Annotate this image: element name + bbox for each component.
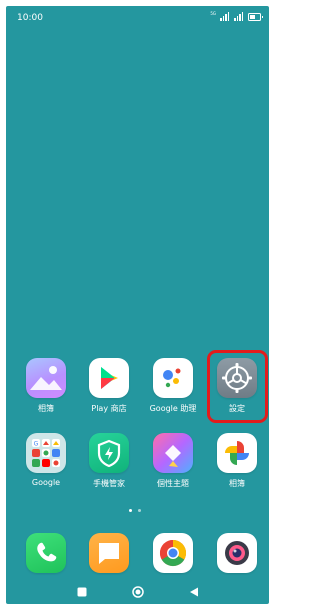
app-label: 手機管家 bbox=[93, 479, 125, 488]
recents-square-icon[interactable] bbox=[76, 586, 88, 598]
messages-icon bbox=[89, 533, 129, 573]
gallery-icon bbox=[26, 358, 66, 398]
network-type-label: 5G bbox=[210, 11, 216, 16]
chrome-icon bbox=[153, 533, 193, 573]
home-circle-icon[interactable] bbox=[132, 586, 144, 598]
app-label: Google bbox=[31, 478, 61, 487]
app-google-photos[interactable]: 相簿 bbox=[207, 433, 267, 489]
signal-icon bbox=[220, 12, 229, 21]
app-gallery[interactable]: 相簿 bbox=[16, 358, 76, 414]
security-shield-icon bbox=[89, 433, 129, 473]
google-assistant-icon bbox=[153, 358, 193, 398]
themes-icon bbox=[153, 433, 193, 473]
status-time: 10:00 bbox=[17, 13, 43, 23]
app-label: 相簿 bbox=[229, 479, 245, 488]
dock-camera[interactable] bbox=[207, 533, 267, 573]
app-themes[interactable]: 個性主題 bbox=[143, 433, 203, 489]
highlight-box bbox=[207, 350, 268, 423]
home-screen: 10:00 5G 相簿 Play 商店 Google 助理 設定 G Googl… bbox=[6, 6, 269, 604]
app-google-assistant[interactable]: Google 助理 bbox=[143, 358, 203, 414]
google-folder-icon: G bbox=[26, 433, 66, 473]
battery-icon bbox=[248, 13, 263, 21]
google-photos-icon bbox=[217, 433, 257, 473]
page-indicator bbox=[129, 509, 141, 512]
back-triangle-icon[interactable] bbox=[188, 586, 200, 598]
page-dot-active bbox=[129, 509, 132, 512]
play-store-icon bbox=[89, 358, 129, 398]
page-dot bbox=[138, 509, 141, 512]
app-label: Google 助理 bbox=[149, 404, 197, 413]
dock-chrome[interactable] bbox=[143, 533, 203, 573]
svg-text:G: G bbox=[34, 441, 39, 448]
navigation-bar bbox=[6, 581, 269, 604]
app-google-folder[interactable]: G Google bbox=[16, 433, 76, 487]
status-bar: 10:00 5G bbox=[6, 6, 269, 28]
dock-messages[interactable] bbox=[79, 533, 139, 573]
app-label: 相簿 bbox=[38, 404, 54, 413]
phone-icon bbox=[26, 533, 66, 573]
dock-phone[interactable] bbox=[16, 533, 76, 573]
app-label: 個性主題 bbox=[157, 479, 189, 488]
app-label: Play 商店 bbox=[91, 404, 127, 413]
app-security[interactable]: 手機管家 bbox=[79, 433, 139, 489]
status-icons: 5G bbox=[210, 11, 263, 21]
signal-icon-sim2 bbox=[234, 12, 243, 21]
camera-icon bbox=[217, 533, 257, 573]
app-play-store[interactable]: Play 商店 bbox=[79, 358, 139, 414]
